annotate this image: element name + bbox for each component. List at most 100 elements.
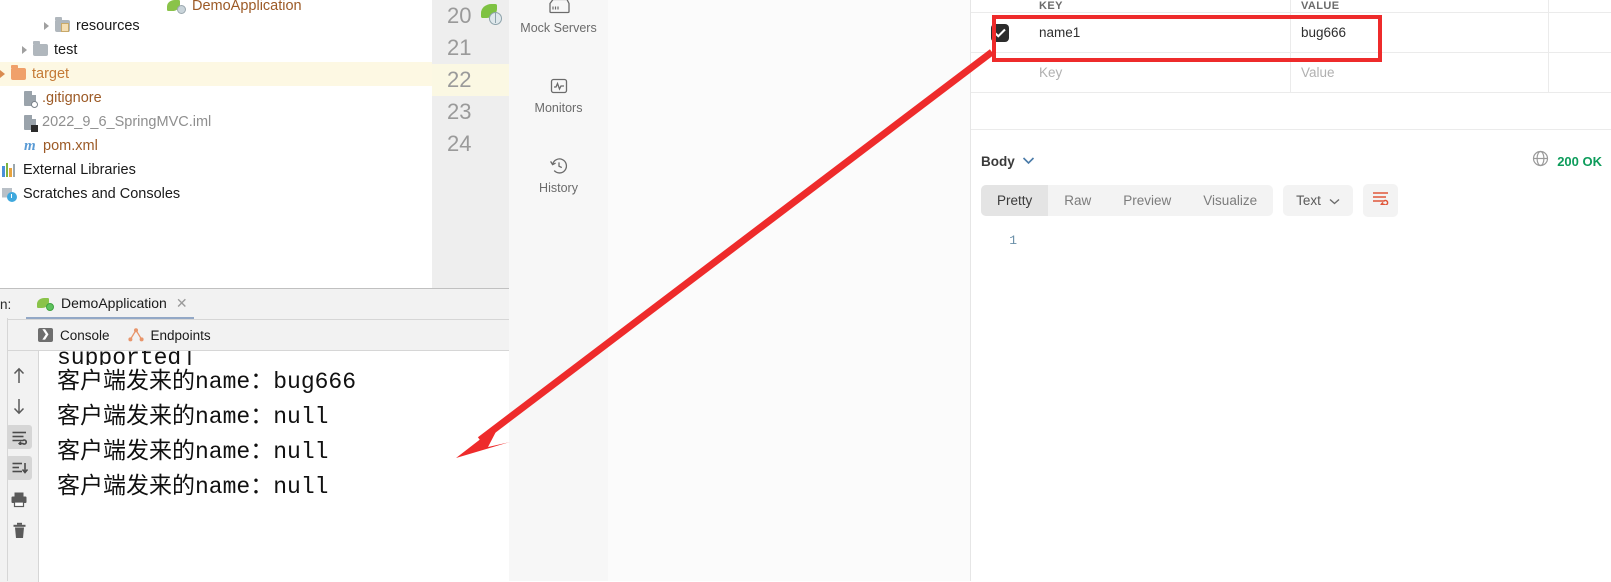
tree-item-gitignore[interactable]: .gitignore <box>0 86 432 110</box>
tree-item-demoapplication[interactable]: DemoApplication <box>0 0 432 14</box>
scratches-icon <box>2 187 17 202</box>
header-value-cell: VALUE <box>1291 0 1549 12</box>
tree-item-label: target <box>32 66 70 82</box>
spring-boot-icon <box>166 0 186 14</box>
left-tool-window-strip[interactable] <box>0 318 8 581</box>
line-number-text: 23 <box>447 99 472 124</box>
row-key-cell[interactable]: name1 <box>1029 13 1291 52</box>
value-input[interactable]: Value <box>1291 53 1549 92</box>
run-config-tab[interactable]: DemoApplication ✕ <box>26 290 194 319</box>
tab-visualize[interactable]: Visualize <box>1187 185 1273 216</box>
response-body-tabs[interactable]: Pretty Raw Preview Visualize Text <box>971 184 1611 217</box>
console-output[interactable]: supported] 客户端发来的name：bug666 客户端发来的name：… <box>39 351 509 582</box>
spacer-cell <box>1029 93 1291 129</box>
close-icon[interactable]: ✕ <box>174 296 188 310</box>
line-number-text: 21 <box>447 35 472 60</box>
postman-sidebar[interactable]: Mock Servers Monitors History <box>509 0 609 581</box>
description-input[interactable] <box>1549 53 1611 92</box>
clear-all-icon[interactable] <box>6 518 32 542</box>
tree-item-iml[interactable]: 2022_9_6_SpringMVC.iml <box>0 110 432 134</box>
value-placeholder-text: Value <box>1301 65 1335 80</box>
run-window-label: n: <box>0 296 12 312</box>
response-body-header: Body 200 OK <box>971 138 1611 184</box>
scroll-to-end-icon[interactable] <box>6 456 32 480</box>
spring-run-gutter-icon[interactable] <box>480 3 502 25</box>
params-table[interactable]: KEY VALUE name1 bug666 Key Value <box>971 0 1611 130</box>
tree-item-label: resources <box>76 18 140 34</box>
chevron-right-icon[interactable] <box>22 46 27 54</box>
tab-console[interactable]: ❯ Console <box>38 328 110 343</box>
spacer-cell <box>1549 93 1611 129</box>
scroll-down-icon[interactable] <box>6 394 32 418</box>
table-row-spacer <box>971 93 1611 130</box>
tree-item-pomxml[interactable]: m pom.xml <box>0 134 432 158</box>
line-number-text: 22 <box>447 67 472 92</box>
tree-item-resources[interactable]: resources <box>0 14 432 38</box>
table-row-placeholder[interactable]: Key Value <box>971 53 1611 93</box>
soft-wrap-icon[interactable] <box>6 425 32 449</box>
checkbox-checked[interactable] <box>991 23 1009 42</box>
folder-resources-icon <box>55 17 70 32</box>
scroll-up-icon[interactable] <box>6 363 32 387</box>
tab-preview[interactable]: Preview <box>1107 185 1187 216</box>
console-icon: ❯ <box>38 328 53 342</box>
row-checkbox-cell[interactable] <box>971 13 1029 52</box>
code-line-number: 1 <box>1009 233 1017 248</box>
postman-request-response-pane: KEY VALUE name1 bug666 Key Value Body 20… <box>970 0 1611 581</box>
spring-boot-icon <box>36 296 54 311</box>
response-body-section: Body 200 OK Pretty Raw Preview Visualize… <box>971 138 1611 248</box>
param-key-text: name1 <box>1039 25 1081 40</box>
tree-item-scratches-and-consoles[interactable]: Scratches and Consoles <box>0 182 432 206</box>
run-tool-window: n: DemoApplication ✕ ❯ Console Endpoints… <box>0 288 509 582</box>
file-ignored-icon <box>24 90 38 108</box>
maven-m-icon: m <box>24 137 36 154</box>
tree-item-label: External Libraries <box>23 162 136 178</box>
mock-server-icon <box>548 0 570 18</box>
chevron-down-icon[interactable] <box>1022 152 1035 170</box>
wrap-lines-button[interactable] <box>1362 184 1398 217</box>
chevron-right-icon[interactable] <box>44 22 49 30</box>
monitor-pulse-icon <box>549 74 569 98</box>
key-input[interactable]: Key <box>1029 53 1291 92</box>
response-status-group: 200 OK <box>1532 150 1602 172</box>
tab-console-label: Console <box>60 327 110 343</box>
gutter-line-number: 21 <box>432 32 509 64</box>
param-value-text: bug666 <box>1301 25 1347 40</box>
print-icon[interactable] <box>6 487 32 511</box>
run-sub-tab-bar: ❯ Console Endpoints <box>0 320 509 351</box>
tree-item-external-libraries[interactable]: External Libraries <box>0 158 432 182</box>
params-table-header: KEY VALUE <box>971 0 1611 13</box>
tab-pretty[interactable]: Pretty <box>981 185 1049 216</box>
header-description-cell <box>1549 0 1611 12</box>
gutter-line-number: 23 <box>432 96 509 128</box>
tree-item-test[interactable]: test <box>0 38 432 62</box>
row-checkbox-cell[interactable] <box>971 53 1029 92</box>
run-tab-bar: n: DemoApplication ✕ <box>0 289 509 320</box>
tab-raw[interactable]: Raw <box>1048 185 1107 216</box>
chevron-down-icon <box>1329 193 1340 208</box>
row-description-cell[interactable] <box>1549 13 1611 52</box>
sidebar-item-label: Mock Servers <box>520 21 597 35</box>
body-label: Body <box>981 153 1015 169</box>
sidebar-item-label: Monitors <box>534 101 583 115</box>
chevron-right-icon[interactable] <box>0 70 5 78</box>
editor-gutter[interactable]: 20 21 22 23 24 <box>432 0 510 288</box>
body-view-tab-group[interactable]: Pretty Raw Preview Visualize <box>981 185 1274 216</box>
tab-endpoints[interactable]: Endpoints <box>127 328 211 343</box>
format-select[interactable]: Text <box>1283 185 1353 216</box>
tree-item-label: test <box>54 42 78 58</box>
tree-item-target[interactable]: target <box>0 62 432 86</box>
gutter-line-number-selected: 22 <box>432 64 509 96</box>
sidebar-item-monitors[interactable]: Monitors <box>509 74 608 115</box>
table-row[interactable]: name1 bug666 <box>971 13 1611 53</box>
project-tree-panel[interactable]: DemoApplication resources test target .g… <box>0 0 433 288</box>
gutter-line-number: 24 <box>432 128 509 160</box>
tree-item-label: DemoApplication <box>192 0 302 14</box>
sidebar-item-mock-servers[interactable]: Mock Servers <box>509 0 608 35</box>
sidebar-item-history[interactable]: History <box>509 154 608 195</box>
header-key-cell: KEY <box>1029 0 1291 12</box>
tree-item-label: 2022_9_6_SpringMVC.iml <box>42 114 212 130</box>
response-body-code[interactable]: 1 <box>971 217 1611 248</box>
row-value-cell[interactable]: bug666 <box>1291 13 1549 52</box>
tree-item-label: .gitignore <box>42 90 102 106</box>
